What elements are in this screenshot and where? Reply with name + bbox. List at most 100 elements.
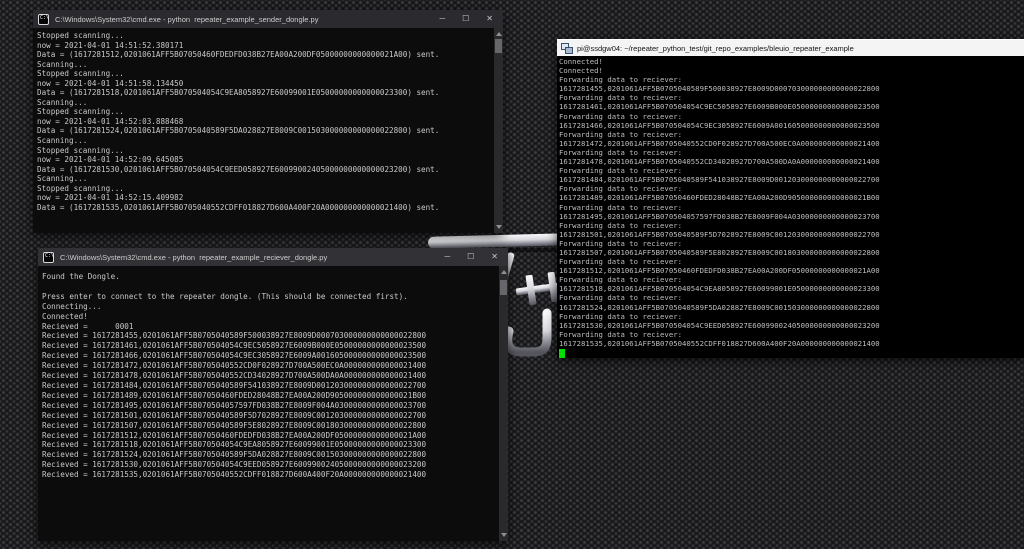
terminal-line: Data = (1617281530,0201061AFF5B070504054…	[37, 165, 492, 175]
terminal-line: 1617281466,0201061AFF5B070504054C9EC3058…	[559, 121, 1024, 130]
scroll-up-icon[interactable]	[496, 32, 502, 36]
window-putty: pi@ssdgw04: ~/repeater_python_test/git_r…	[557, 39, 1024, 358]
terminal-line: Data = (1617281535,0201061AFF5B070504055…	[37, 203, 492, 213]
terminal-line: Press enter to connect to the repeater d…	[42, 292, 497, 302]
desktop: C:\Windows\System32\cmd.exe - python rep…	[0, 0, 1024, 549]
terminal-line: Recieved = 1617281478,0201061AFF5B070504…	[42, 371, 497, 381]
scroll-up-icon[interactable]	[501, 270, 507, 274]
terminal-line: Forwarding data to reciever:	[559, 148, 1024, 157]
terminal-line: Recieved = 1617281524,0201061AFF5B070504…	[42, 450, 497, 460]
putty-icon	[561, 43, 572, 54]
terminal-line: Stopped scanning...	[37, 107, 492, 117]
terminal-line: Forwarding data to reciever:	[559, 239, 1024, 248]
window-controls: ─ ☐ ✕	[439, 15, 493, 23]
terminal-line: Forwarding data to reciever:	[559, 166, 1024, 175]
scroll-down-icon[interactable]	[496, 225, 502, 229]
titlebar[interactable]: C:\Windows\System32\cmd.exe - python rep…	[38, 248, 508, 266]
window-title: C:\Windows\System32\cmd.exe - python rep…	[60, 253, 438, 262]
terminal-line: Recieved = 1617281530,0201061AFF5B070504…	[42, 460, 497, 470]
close-button[interactable]: ✕	[486, 15, 493, 23]
terminal-line: now = 2021-04-01 14:52:15.409982	[37, 193, 492, 203]
terminal-line: Connected!	[559, 57, 1024, 66]
terminal-line: 1617281472,0201061AFF5B0705040552CD0F028…	[559, 139, 1024, 148]
terminal-output: Stopped scanning...now = 2021-04-01 14:5…	[37, 31, 492, 233]
terminal-line: 1617281512,0201061AFF5B07050460FDEDFD038…	[559, 266, 1024, 275]
terminal-line: Scanning...	[37, 98, 492, 108]
scroll-down-icon[interactable]	[501, 533, 507, 537]
terminal-line: Forwarding data to reciever:	[559, 221, 1024, 230]
window-cmd-receiver: C:\Windows\System32\cmd.exe - python rep…	[38, 248, 508, 541]
terminal-line: Forwarding data to reciever:	[559, 257, 1024, 266]
terminal-line: Forwarding data to reciever:	[559, 184, 1024, 193]
cmd-icon	[43, 252, 54, 263]
scrollbar-thumb[interactable]	[495, 39, 502, 53]
terminal-line: 1617281518,0201061AFF5B070504054C9EA8058…	[559, 284, 1024, 293]
titlebar[interactable]: pi@ssdgw04: ~/repeater_python_test/git_r…	[557, 39, 1024, 56]
terminal-cursor	[559, 349, 565, 358]
terminal-line: Recieved = 1617281466,0201061AFF5B070504…	[42, 351, 497, 361]
terminal-line: Forwarding data to reciever:	[559, 330, 1024, 339]
terminal-line: Forwarding data to reciever:	[559, 312, 1024, 321]
maximize-button[interactable]: ☐	[467, 253, 474, 261]
terminal-content: Found the Dongle. Press enter to connect…	[38, 266, 508, 541]
terminal-line: 1617281495,0201061AFF5B070504057597FD038…	[559, 212, 1024, 221]
terminal-line: Forwarding data to reciever:	[559, 275, 1024, 284]
terminal-line: Forwarding data to reciever:	[559, 75, 1024, 84]
terminal-line: Recieved = 1617281472,0201061AFF5B070504…	[42, 361, 497, 371]
terminal-output: Connected!Connected!Forwarding data to r…	[559, 57, 1024, 348]
terminal-line: 1617281535,0201061AFF5B0705040552CDFF018…	[559, 339, 1024, 348]
scrollbar[interactable]	[494, 28, 503, 233]
terminal-line: Stopped scanning...	[37, 184, 492, 194]
window-title: pi@ssdgw04: ~/repeater_python_test/git_r…	[577, 44, 1020, 53]
cmd-icon	[38, 14, 49, 25]
terminal-line: Data = (1617281524,0201061AFF5B070504058…	[37, 126, 492, 136]
scrollbar-thumb[interactable]	[500, 280, 507, 295]
metal-j-hook	[508, 313, 547, 352]
terminal-line: 1617281501,0201061AFF5B0705040589F5D7028…	[559, 230, 1024, 239]
terminal-line: Scanning...	[37, 136, 492, 146]
terminal-line: 1617281455,0201061AFF5B0705040589F500038…	[559, 84, 1024, 93]
window-title: C:\Windows\System32\cmd.exe - python rep…	[55, 15, 433, 24]
terminal-line: Forwarding data to reciever:	[559, 112, 1024, 121]
terminal-line: Stopped scanning...	[37, 146, 492, 156]
terminal-line: Scanning...	[37, 174, 492, 184]
terminal-line: now = 2021-04-01 14:51:58.134450	[37, 79, 492, 89]
terminal-content: Connected!Connected!Forwarding data to r…	[557, 56, 1024, 358]
terminal-line: Connecting...	[42, 302, 497, 312]
window-controls: ─ ☐ ✕	[444, 253, 498, 261]
terminal-line: Recieved = 1617281535,0201061AFF5B070504…	[42, 470, 497, 480]
metal-tube	[428, 233, 568, 249]
terminal-line: Recieved = 0001	[42, 322, 497, 332]
terminal-line: 1617281484,0201061AFF5B0705040589F541038…	[559, 175, 1024, 184]
maximize-button[interactable]: ☐	[462, 15, 469, 23]
terminal-line: Recieved = 1617281461,0201061AFF5B070504…	[42, 341, 497, 351]
terminal-line: Stopped scanning...	[37, 69, 492, 79]
terminal-line: 1617281461,0201061AFF5B070504054C9EC5058…	[559, 102, 1024, 111]
window-cmd-sender: C:\Windows\System32\cmd.exe - python rep…	[33, 10, 503, 233]
terminal-line: Scanning...	[37, 60, 492, 70]
terminal-line: 1617281478,0201061AFF5B0705040552CD34028…	[559, 157, 1024, 166]
terminal-line: Recieved = 1617281518,0201061AFF5B070504…	[42, 440, 497, 450]
terminal-line: Forwarding data to reciever:	[559, 130, 1024, 139]
terminal-line: Data = (1617281512,0201061AFF5B07050460F…	[37, 50, 492, 60]
terminal-line: now = 2021-04-01 14:51:52.380171	[37, 41, 492, 51]
scrollbar[interactable]	[499, 266, 508, 541]
terminal-content: Stopped scanning...now = 2021-04-01 14:5…	[33, 28, 503, 233]
terminal-line: Connected!	[42, 312, 497, 322]
terminal-line: Recieved = 1617281507,0201061AFF5B070504…	[42, 421, 497, 431]
terminal-line: Recieved = 1617281455,0201061AFF5B070504…	[42, 331, 497, 341]
terminal-line: Recieved = 1617281501,0201061AFF5B070504…	[42, 411, 497, 421]
terminal-line: Forwarding data to reciever:	[559, 203, 1024, 212]
terminal-line: Recieved = 1617281484,0201061AFF5B070504…	[42, 381, 497, 391]
terminal-line: Found the Dongle.	[42, 272, 497, 282]
titlebar[interactable]: C:\Windows\System32\cmd.exe - python rep…	[33, 10, 503, 28]
close-button[interactable]: ✕	[491, 253, 498, 261]
terminal-line: Forwarding data to reciever:	[559, 293, 1024, 302]
terminal-line: 1617281489,0201061AFF5B07050460FDED28048…	[559, 193, 1024, 202]
minimize-button[interactable]: ─	[439, 15, 445, 23]
minimize-button[interactable]: ─	[444, 253, 450, 261]
terminal-line: Connected!	[559, 66, 1024, 75]
terminal-line: Recieved = 1617281495,0201061AFF5B070504…	[42, 401, 497, 411]
terminal-line: now = 2021-04-01 14:52:09.645085	[37, 155, 492, 165]
terminal-output: Found the Dongle. Press enter to connect…	[42, 272, 497, 541]
